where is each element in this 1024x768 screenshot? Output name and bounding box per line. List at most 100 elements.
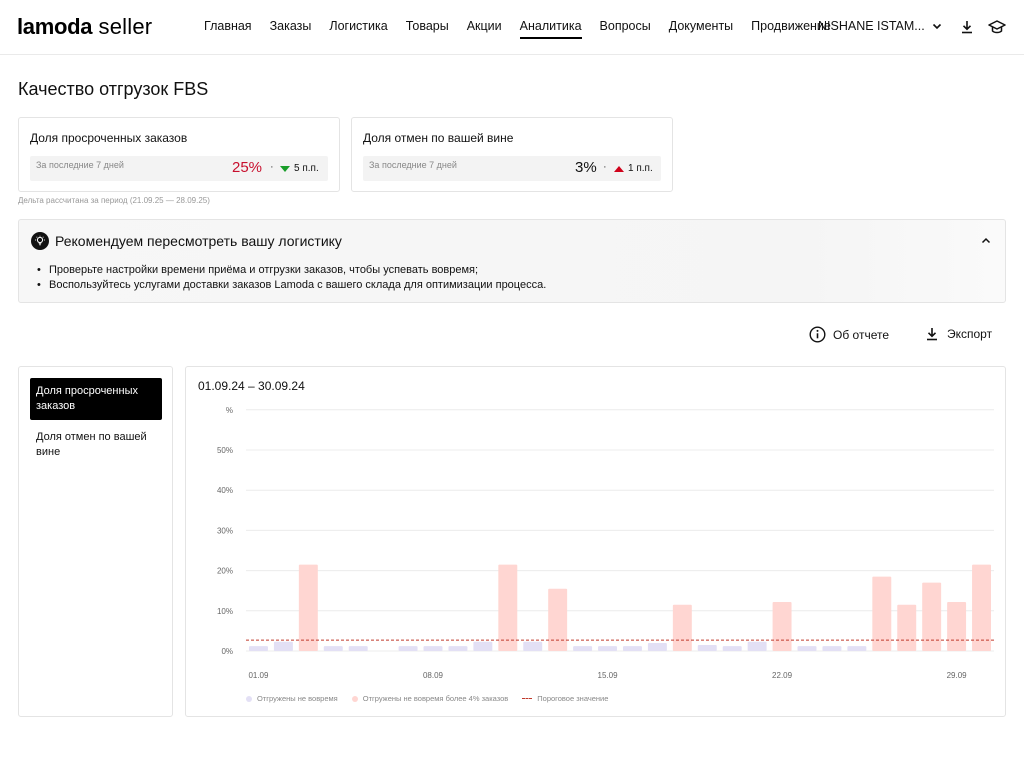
nav-item-documents[interactable]: Документы <box>669 19 733 37</box>
x-tick-label: 01.09 <box>248 671 269 680</box>
nav-item-logistics[interactable]: Логистика <box>329 19 387 37</box>
x-tick-label: 08.09 <box>423 671 444 680</box>
x-tick-label: 22.09 <box>772 671 793 680</box>
logo-suffix: seller <box>98 14 153 39</box>
metric-summary: За последние 7 дней 25% · 5 п.п. <box>30 156 328 181</box>
account-name: NISHANE ISTAM... <box>818 19 925 33</box>
metric-delta-value: 1 п.п. <box>628 163 653 174</box>
selector-item-overdue[interactable]: Доля просроченных заказов <box>30 378 162 420</box>
export-label: Экспорт <box>947 327 993 341</box>
nav-item-orders[interactable]: Заказы <box>270 19 312 37</box>
chart-bar <box>697 644 717 651</box>
metric-period: За последние 7 дней <box>369 160 457 170</box>
chart-bar <box>548 588 568 651</box>
y-tick-label: 50% <box>217 446 233 455</box>
list-item: Проверьте настройки времени приёма и отг… <box>37 263 546 278</box>
arrow-down-icon <box>280 165 290 172</box>
graduation-cap-icon[interactable] <box>987 17 1007 37</box>
bar-chart: 0% 10% 20% 30% 40% 50%% 01.09 08.09 15.09 22.09 29… <box>217 406 994 680</box>
metric-title: Доля отмен по вашей вине <box>363 131 514 145</box>
recommendation-title: Рекомендуем пересмотреть вашу логистику <box>55 233 342 249</box>
metric-card-cancellations: Доля отмен по вашей вине За последние 7 … <box>351 117 673 192</box>
legend-swatch <box>246 695 252 702</box>
nav-item-questions[interactable]: Вопросы <box>600 19 651 37</box>
download-icon <box>927 328 937 341</box>
recommendation-list: Проверьте настройки времени приёма и отг… <box>37 263 546 293</box>
about-report-button[interactable]: Об отчете <box>809 326 889 343</box>
nav-item-analytics[interactable]: Аналитика <box>519 19 582 39</box>
metric-selector: Доля просроченных заказов Доля отмен по … <box>18 366 173 717</box>
chevron-down-icon <box>932 23 941 30</box>
export-button[interactable]: Экспорт <box>924 326 992 342</box>
x-tick-label: 15.09 <box>598 671 619 680</box>
metric-summary: За последние 7 дней 3% · 1 п.п. <box>363 156 661 181</box>
main-nav: Главная Заказы Логистика Товары Акции Ан… <box>204 19 849 39</box>
legend-item-threshold: Пороговое значение <box>522 694 608 703</box>
chart-bar <box>298 564 318 651</box>
about-report-label: Об отчете <box>833 327 890 342</box>
chart-bar <box>573 646 593 651</box>
chart-bar <box>747 641 767 651</box>
selector-item-cancellations[interactable]: Доля отмен по вашей вине <box>30 424 162 466</box>
metric-period: За последние 7 дней <box>36 160 124 170</box>
chevron-up-icon[interactable] <box>979 234 993 248</box>
chart-bar <box>647 642 667 651</box>
legend-label: Отгружены не вовремя <box>257 694 338 703</box>
metric-delta: 1 п.п. <box>614 163 653 174</box>
logo-brand: lamoda <box>17 14 93 39</box>
legend-label: Пороговое значение <box>537 694 609 703</box>
logo[interactable]: lamoda seller <box>17 14 152 40</box>
x-tick-label: 29.09 <box>947 671 968 680</box>
info-icon <box>809 326 826 343</box>
delta-note: Дельта рассчитана за период (21.09.25 — … <box>18 196 210 205</box>
chart-legend: Отгружены не вовремя Отгружены не воврем… <box>246 694 608 703</box>
nav-item-promotions[interactable]: Акции <box>467 19 502 37</box>
y-tick-label: 20% <box>217 567 233 576</box>
top-header: lamoda seller Главная Заказы Логистика Т… <box>0 0 1024 55</box>
chart-bar <box>672 604 692 651</box>
chart-bar <box>598 646 618 651</box>
y-tick-label: 0% <box>221 647 233 656</box>
chart-bar <box>772 601 792 651</box>
download-icon[interactable] <box>957 17 977 37</box>
account-switcher[interactable]: NISHANE ISTAM... <box>818 19 943 33</box>
chart-bar <box>498 564 518 651</box>
chart-bar <box>722 646 742 651</box>
chart-panel: 01.09.24 – 30.09.24 0% 10% 20% 30% 40% 50%% 01… <box>185 366 1006 717</box>
legend-swatch <box>351 695 358 702</box>
arrow-up-icon <box>614 165 624 172</box>
metric-delta-value: 5 п.п. <box>294 163 319 174</box>
legend-item-late: Отгружены не вовремя <box>246 694 338 703</box>
chart-bar <box>273 641 293 651</box>
chart-bar <box>323 646 343 651</box>
nav-item-home[interactable]: Главная <box>204 19 252 37</box>
metric-value: 25% <box>232 159 263 176</box>
metric-title: Доля просроченных заказов <box>30 131 188 145</box>
chart-bar <box>897 604 917 651</box>
metric-card-overdue: Доля просроченных заказов За последние 7… <box>18 117 340 192</box>
legend-swatch <box>522 698 533 699</box>
chart-bar <box>947 601 967 651</box>
chart-bar <box>398 646 418 651</box>
chart-bar <box>922 582 942 651</box>
metric-delta: 5 п.п. <box>280 163 319 174</box>
chart-bar <box>847 646 867 651</box>
page-title: Качество отгрузок FBS <box>18 79 209 99</box>
list-item: Воспользуйтесь услугами доставки заказов… <box>37 278 546 293</box>
y-tick-label: 10% <box>217 607 233 616</box>
chart-bar <box>622 646 642 651</box>
chart-bar <box>448 646 468 651</box>
legend-label: Отгружены не вовремя более 4% заказов <box>362 694 509 703</box>
y-tick-label: 30% <box>217 526 233 535</box>
metric-value: 3% <box>575 159 597 176</box>
chart-bar <box>822 646 842 651</box>
separator-dot: · <box>603 161 607 173</box>
recommendation-panel: Рекомендуем пересмотреть вашу логистику … <box>18 219 1006 303</box>
nav-item-products[interactable]: Товары <box>406 19 449 37</box>
chart-bar <box>972 564 992 651</box>
separator-dot: · <box>270 161 274 173</box>
chart-bar <box>348 646 368 651</box>
chart-bar <box>473 641 493 651</box>
chart-bar <box>523 641 543 651</box>
y-tick-label: 40% <box>217 486 233 495</box>
